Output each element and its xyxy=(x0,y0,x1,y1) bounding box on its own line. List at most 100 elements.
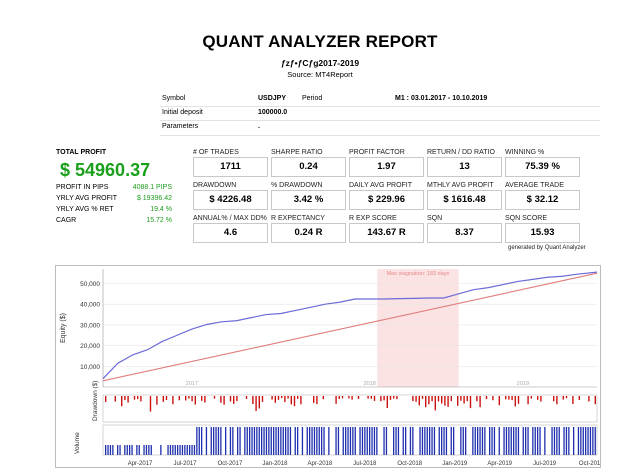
drawdown-bar xyxy=(274,396,276,403)
volume-bar xyxy=(453,427,455,455)
drawdown-bar xyxy=(415,396,417,402)
winning-label: WINNING % xyxy=(505,149,545,156)
volume-bar xyxy=(347,427,349,455)
volume-bar xyxy=(594,427,596,455)
drawdown-bar xyxy=(562,396,564,400)
annual-maxdd-label: ANNUAL% / MAX DD% xyxy=(193,215,267,222)
volume-bar xyxy=(484,427,486,455)
drawdown-bar xyxy=(124,396,126,400)
drawdown-bar xyxy=(114,396,116,402)
info-divider xyxy=(160,120,600,121)
drawdown-bar xyxy=(271,396,273,400)
total-profit-label: TOTAL PROFIT xyxy=(56,149,107,156)
report-source: Source: MT4Report xyxy=(287,70,353,79)
volume-bar xyxy=(563,427,565,455)
volume-bar xyxy=(321,427,323,455)
drawdown-bar xyxy=(140,396,142,402)
volume-bar xyxy=(354,427,356,455)
drawdown-bar xyxy=(287,396,289,399)
drawdown-bar xyxy=(156,396,158,405)
trades-value: 1711 xyxy=(193,157,268,177)
x-tick-label: Jul-2019 xyxy=(533,461,557,467)
x-tick-label: Jul-2018 xyxy=(353,461,377,467)
volume-bar xyxy=(268,427,270,455)
sharpe-value: 0.24 xyxy=(271,157,346,177)
drawdown-bar xyxy=(498,396,500,406)
volume-bar xyxy=(217,427,220,455)
volume-bar xyxy=(421,427,424,455)
drawdown-bar xyxy=(220,396,222,403)
drawdown-bar xyxy=(252,396,254,405)
volume-bar xyxy=(383,427,385,455)
drawdown-bar xyxy=(460,396,462,401)
y-tick-label: 20,000 xyxy=(80,343,100,350)
drawdown-bar xyxy=(351,396,353,400)
drawdown-bar xyxy=(466,396,468,402)
volume-bar xyxy=(213,427,215,455)
drawdown-bar xyxy=(540,396,542,402)
drawdown-bar xyxy=(258,396,260,409)
drawdown-bar xyxy=(441,396,443,404)
drawdown-bar xyxy=(476,396,478,402)
x-tick-label: Jan-2018 xyxy=(262,461,288,467)
deposit-value: 100000.0 xyxy=(258,109,288,116)
drawdown-bar xyxy=(348,396,350,399)
volume-bar xyxy=(150,445,152,455)
volume-bar xyxy=(285,427,287,455)
volume-bar xyxy=(592,427,594,455)
volume-bar xyxy=(131,445,133,455)
drawdown-bar xyxy=(492,396,494,401)
volume-bar xyxy=(539,427,541,455)
drawdown-bar xyxy=(277,396,280,400)
daily-avg-label: DAILY AVG PROFIT xyxy=(349,182,413,189)
daily-avg-value: $ 229.96 xyxy=(349,190,424,210)
drawdown-bar xyxy=(386,396,388,409)
volume-bar xyxy=(220,427,222,455)
volume-bar xyxy=(544,427,546,455)
volume-bar xyxy=(359,427,361,455)
drawdown-axis-label: Drawdown ($) xyxy=(92,381,99,421)
drawdown-bar xyxy=(149,396,152,412)
volume-bar xyxy=(261,427,263,455)
parameters-label: Parameters xyxy=(162,123,199,130)
volume-bar xyxy=(585,427,587,455)
volume-bar xyxy=(119,445,121,455)
drawdown-bar xyxy=(393,396,395,399)
return-dd-label: RETURN / DD RATIO xyxy=(427,149,495,156)
volume-bar xyxy=(253,427,256,455)
volume-bar xyxy=(313,427,316,455)
y-tick-label: 50,000 xyxy=(80,281,100,288)
volume-bar xyxy=(522,427,524,455)
drawdown-bar xyxy=(335,396,337,404)
drawdown-bar xyxy=(572,396,574,404)
drawdown-bar xyxy=(165,396,168,400)
year-label: 2018 xyxy=(364,381,376,387)
mthly-avg-label: MTHLY AVG PROFIT xyxy=(427,182,494,189)
volume-bar xyxy=(196,427,198,455)
drawdown-bar xyxy=(517,396,520,404)
volume-bar xyxy=(371,427,373,455)
drawdown-bar xyxy=(281,396,283,399)
volume-bar xyxy=(107,445,109,455)
info-divider xyxy=(160,106,600,107)
drawdown-bar xyxy=(450,396,452,402)
volume-bar xyxy=(517,427,520,455)
drawdown-bar xyxy=(511,396,513,401)
drawdown-bar xyxy=(185,396,187,401)
volume-bar xyxy=(172,445,174,455)
drawdown-bar xyxy=(172,396,174,405)
mthly-avg-value: $ 1616.48 xyxy=(427,190,502,210)
drawdown-bar xyxy=(293,396,296,407)
volume-bar xyxy=(263,427,265,455)
drawdown-bar xyxy=(412,396,414,402)
drawdown-bar xyxy=(297,396,299,399)
volume-bar xyxy=(109,445,112,455)
volume-bar xyxy=(477,427,479,455)
volume-bar xyxy=(282,427,284,455)
drawdown-bar xyxy=(431,396,433,402)
r-expectancy-value: 0.24 R xyxy=(271,223,346,243)
volume-bar xyxy=(537,427,539,455)
drawdown-bar xyxy=(508,396,510,400)
drawdown-bar xyxy=(204,396,206,403)
info-divider xyxy=(160,135,600,136)
